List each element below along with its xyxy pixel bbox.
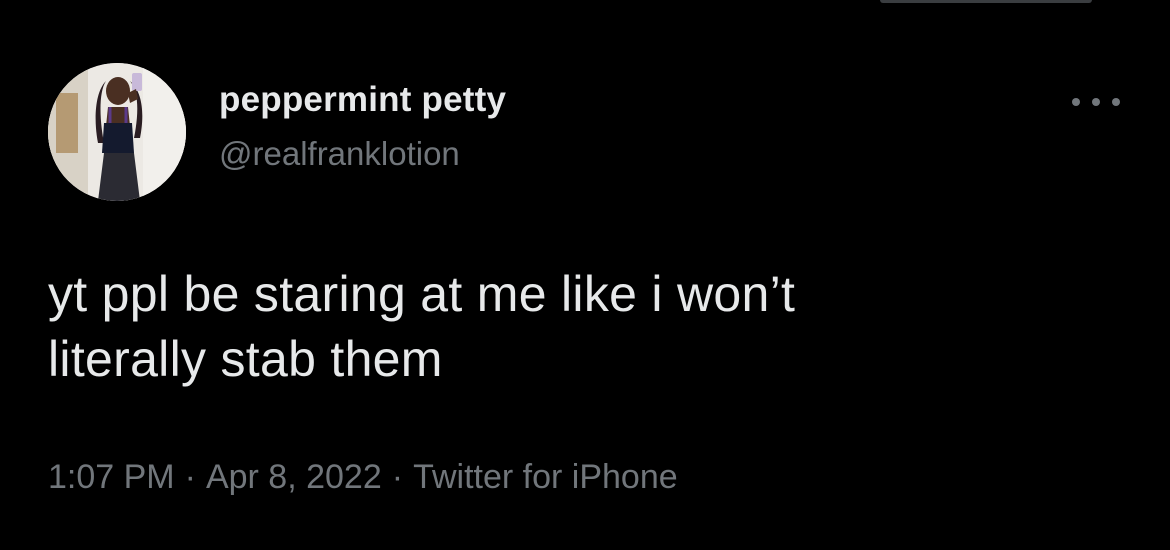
tweet-metadata: 1:07 PM · Apr 8, 2022 · Twitter for iPhone: [48, 458, 678, 497]
tweet-text-line-1: yt ppl be staring at me like i won’t: [48, 266, 796, 322]
author-handle[interactable]: @realfranklotion: [219, 135, 460, 173]
tweet-text-line-2: literally stab them: [48, 331, 443, 387]
more-dot-1: [1072, 98, 1080, 106]
more-dot-3: [1112, 98, 1120, 106]
tweet-card[interactable]: peppermint petty @realfranklotion yt ppl…: [0, 0, 1170, 550]
tweet-time[interactable]: 1:07 PM: [48, 458, 175, 496]
tweet-date[interactable]: Apr 8, 2022: [206, 458, 382, 496]
author-avatar[interactable]: [48, 63, 186, 201]
meta-separator: ·: [391, 458, 404, 496]
author-display-name[interactable]: peppermint petty: [219, 80, 506, 120]
user-avatar-photo-icon: [48, 63, 186, 201]
tweet-text: yt ppl be staring at me like i won’t lite…: [48, 262, 1128, 392]
tweet-source[interactable]: Twitter for iPhone: [413, 458, 678, 496]
more-dot-2: [1092, 98, 1100, 106]
more-options-icon[interactable]: [1072, 88, 1120, 116]
meta-separator: ·: [184, 458, 196, 496]
